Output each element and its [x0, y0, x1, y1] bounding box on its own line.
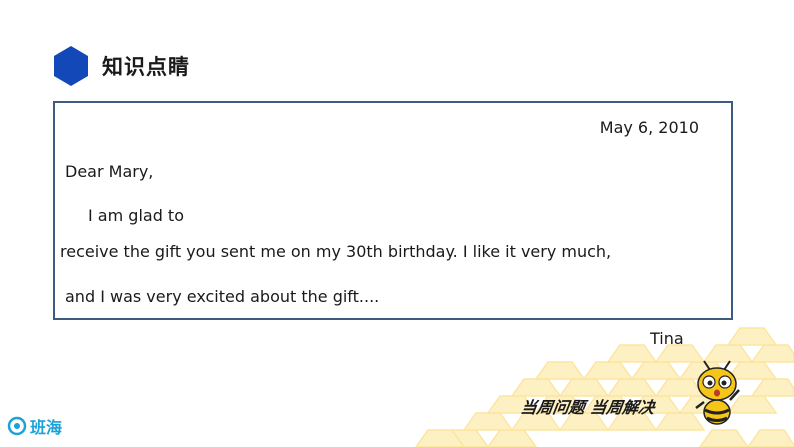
letter-box: May 6, 2010 Dear Mary, I am glad to rece…: [53, 101, 733, 320]
brand-name: 班海: [30, 418, 63, 437]
bee-mascot-icon: [695, 360, 740, 425]
brand-swirl-icon: [7, 416, 27, 436]
letter-body-line-1: I am glad to: [88, 206, 184, 225]
section-title: 知识点睛: [102, 55, 190, 79]
letter-signature: Tina: [650, 329, 684, 348]
letter-date: May 6, 2010: [599, 118, 699, 137]
brand-logo: 班海: [6, 414, 62, 438]
letter-body-line-2: receive the gift you sent me on my 30th …: [60, 242, 612, 261]
letter-body-line-3: and I was very excited about the gift...…: [65, 287, 380, 306]
slogan-text: 当周问题 当周解决: [519, 398, 656, 417]
hexagon-icon: [54, 46, 88, 86]
letter-salutation: Dear Mary,: [65, 162, 154, 181]
